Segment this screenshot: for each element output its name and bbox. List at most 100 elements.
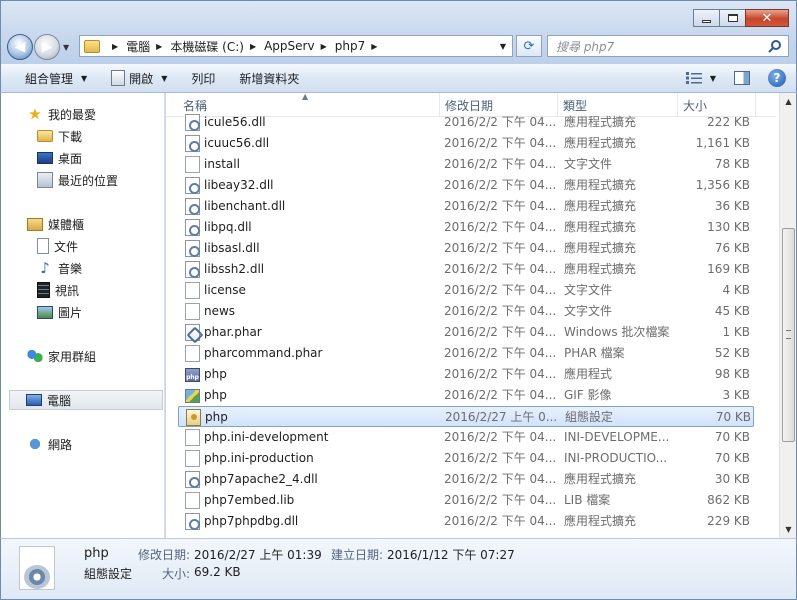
minimize-button[interactable] [693,9,720,27]
breadcrumb-local-disk[interactable]: ▶ 本機磁碟 (C:) [150,38,244,55]
file-row[interactable]: license 2016/2/2 下午 04... 文字文件 4 KB [178,280,754,301]
refresh-button[interactable]: ⟳ [516,35,542,57]
file-date: 2016/2/2 下午 04... [444,493,556,507]
dll-file-icon [185,471,200,488]
dll-file-icon [185,114,200,131]
file-row[interactable]: php.ini-production 2016/2/2 下午 04... INI-P… [178,448,754,469]
nav-music[interactable]: ♪ 音樂 [37,258,82,278]
file-row[interactable]: libssh2.dll 2016/2/2 下午 04... 應用程式擴充 169 KB [178,259,754,280]
view-options-dropdown[interactable]: ▼ [708,74,716,83]
address-bar[interactable]: ▶ 電腦 ▶ 本機磁碟 (C:) ▶ AppServ ▶ php7 ▶ ▼ [79,35,513,57]
maximize-button[interactable] [719,9,746,27]
file-name: libpq.dll [204,220,252,234]
file-size: 36 KB [714,199,750,213]
nav-documents[interactable]: 文件 [37,236,78,256]
file-row[interactable]: php 2016/2/27 上午 0... 組態設定 70 KB [178,406,754,427]
file-row[interactable]: libsasl.dll 2016/2/2 下午 04... 應用程式擴充 76 KB [178,238,754,259]
video-icon [37,282,50,298]
file-size: 70 KB [715,410,751,424]
file-size: 130 KB [707,220,750,234]
nav-recent-places[interactable]: 最近的位置 [37,170,118,190]
open-button[interactable]: 開啟 ▼ [111,70,167,87]
nav-homegroup[interactable]: 家用群組 [27,346,96,366]
breadcrumb-computer[interactable]: ▶ 電腦 [106,38,150,55]
nav-desktop[interactable]: 桌面 [37,148,82,168]
file-row[interactable]: libpq.dll 2016/2/2 下午 04... 應用程式擴充 130 KB [178,217,754,238]
print-button[interactable]: 列印 [191,70,215,87]
chevron-right-icon: ▶ [320,41,327,51]
file-name: php.ini-production [204,451,314,465]
file-date: 2016/2/2 下午 04... [444,367,556,381]
config-file-icon [19,546,55,590]
file-row[interactable]: icuuc56.dll 2016/2/2 下午 04... 應用程式擴充 1,161 … [178,133,754,154]
txt-file-icon [185,156,200,173]
details-created-value: 2016/1/12 下午 07:27 [387,548,515,562]
file-row[interactable]: php php 2016/2/2 下午 04... 應用程式 98 KB [178,364,754,385]
new-folder-button[interactable]: 新增資料夾 [239,70,299,87]
scroll-up-button[interactable]: ▲ [780,93,796,110]
details-size-label: 大小: [162,567,191,581]
file-row[interactable]: news 2016/2/2 下午 04... 文字文件 45 KB [178,301,754,322]
file-row[interactable]: php 2016/2/2 下午 04... GIF 影像 3 KB [178,385,754,406]
file-date: 2016/2/2 下午 04... [444,136,556,150]
back-button[interactable]: ◀ [7,34,33,60]
file-name: php7apache2_4.dll [204,472,318,486]
nav-label: 下載 [58,129,83,144]
file-row[interactable]: php7embed.lib 2016/2/2 下午 04... LIB 檔案 862 … [178,490,754,511]
chevron-right-icon: ▶ [249,41,257,51]
scroll-down-button[interactable]: ▼ [780,521,796,538]
breadcrumb-label: 電腦 [126,39,151,54]
breadcrumb-appserv[interactable]: ▶ AppServ [244,39,315,53]
search-input[interactable]: 搜尋 php7 [547,35,789,57]
search-placeholder: 搜尋 php7 [556,39,615,54]
nav-label: 文件 [54,239,79,254]
dll-file-icon [185,513,200,530]
breadcrumb-php7[interactable]: ▶ php7 ▶ [315,39,386,53]
nav-libraries[interactable]: 媒體櫃 [27,214,84,234]
nav-pictures[interactable]: 圖片 [37,302,82,322]
file-row[interactable]: icule56.dll 2016/2/2 下午 04... 應用程式擴充 222 KB [178,112,754,133]
gif-file-icon [185,389,200,403]
chevron-right-icon: ▶ [371,41,378,51]
file-size: 169 KB [707,262,750,276]
nav-label: 網路 [48,437,73,452]
file-size: 45 KB [714,304,750,318]
desktop-icon [37,152,53,164]
file-row[interactable]: php7phpdbg.dll 2016/2/2 下午 04... 應用程式擴充 229… [178,511,754,532]
nav-network[interactable]: 網路 [27,434,72,454]
nav-videos[interactable]: 視訊 [37,280,79,300]
nav-downloads[interactable]: 下載 [37,126,82,146]
file-row[interactable]: libenchant.dll 2016/2/2 下午 04... 應用程式擴充 36 … [178,196,754,217]
nav-label: 圖片 [58,305,83,320]
preview-pane-icon[interactable] [734,71,750,85]
file-row[interactable]: libeay32.dll 2016/2/2 下午 04... 應用程式擴充 1,356… [178,175,754,196]
dll-file-icon [185,135,200,152]
recent-pages-dropdown[interactable]: ▼ [63,43,69,52]
file-date: 2016/2/2 下午 04... [444,283,556,297]
change-view-icon[interactable] [685,72,702,84]
txt-file-icon [185,345,200,362]
file-row[interactable]: php7apache2_4.dll 2016/2/2 下午 04... 應用程式擴充… [178,469,754,490]
file-row[interactable]: phar.phar 2016/2/2 下午 04... Windows 批次檔案 1 … [178,322,754,343]
nav-favorites[interactable]: ★ 我的最愛 [27,104,96,124]
details-modified-value: 2016/2/27 上午 01:39 [194,548,322,562]
star-icon: ★ [28,105,42,123]
file-type: 應用程式擴充 [564,178,637,192]
file-name: libssh2.dll [204,262,265,276]
nav-computer[interactable]: 電腦 [9,390,163,410]
breadcrumb-label: php7 [334,39,366,53]
help-icon[interactable]: ? [768,69,786,87]
close-button[interactable]: ✕ [745,9,789,27]
vertical-scrollbar[interactable]: ▲ ▼ [779,93,796,538]
txt-file-icon [185,492,200,509]
organize-button[interactable]: 組合管理 ▼ [25,70,87,87]
file-row[interactable]: php.ini-development 2016/2/2 下午 04... INI-… [178,427,754,448]
scroll-thumb[interactable] [782,228,795,442]
file-size: 30 KB [714,472,750,486]
file-type: PHAR 檔案 [564,346,625,360]
forward-button[interactable]: ▶ [34,34,60,60]
address-history-dropdown[interactable]: ▼ [500,42,506,51]
view-controls: ▼ ? [685,69,786,87]
file-row[interactable]: install 2016/2/2 下午 04... 文字文件 78 KB [178,154,754,175]
file-row[interactable]: pharcommand.phar 2016/2/2 下午 04... PHAR 檔案… [178,343,754,364]
